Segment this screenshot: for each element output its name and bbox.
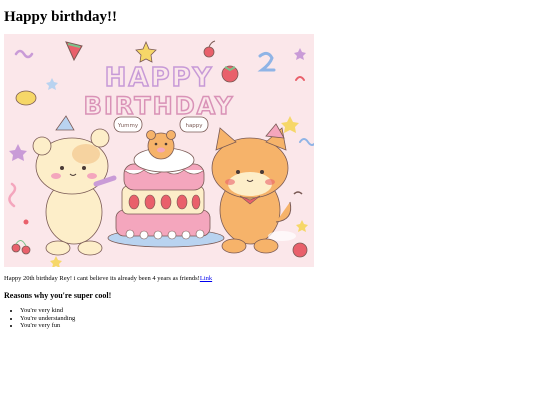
intro-link[interactable]: Link bbox=[200, 275, 212, 282]
list-item: You're very kind bbox=[20, 307, 75, 315]
birthday-banner-image: HAPPY BIRTHDAY Yummy happy bbox=[4, 34, 314, 267]
intro-text: Happy 20th birthday Rey! i cant believe … bbox=[4, 275, 200, 282]
intro-paragraph: Happy 20th birthday Rey! i cant believe … bbox=[4, 275, 212, 283]
list-item: You're very fun bbox=[20, 322, 75, 330]
reasons-heading: Reasons why you're super cool! bbox=[4, 291, 112, 300]
banner-title-line-2: BIRTHDAY bbox=[84, 92, 235, 120]
happy-tag: happy bbox=[185, 123, 203, 129]
list-item: You're understanding bbox=[20, 315, 75, 323]
page-title: Happy birthday!! bbox=[4, 9, 117, 25]
banner-title-line-1: HAPPY bbox=[105, 63, 214, 93]
yummy-tag: Yummy bbox=[117, 123, 139, 129]
reasons-list: You're very kind You're understanding Yo… bbox=[20, 307, 75, 330]
